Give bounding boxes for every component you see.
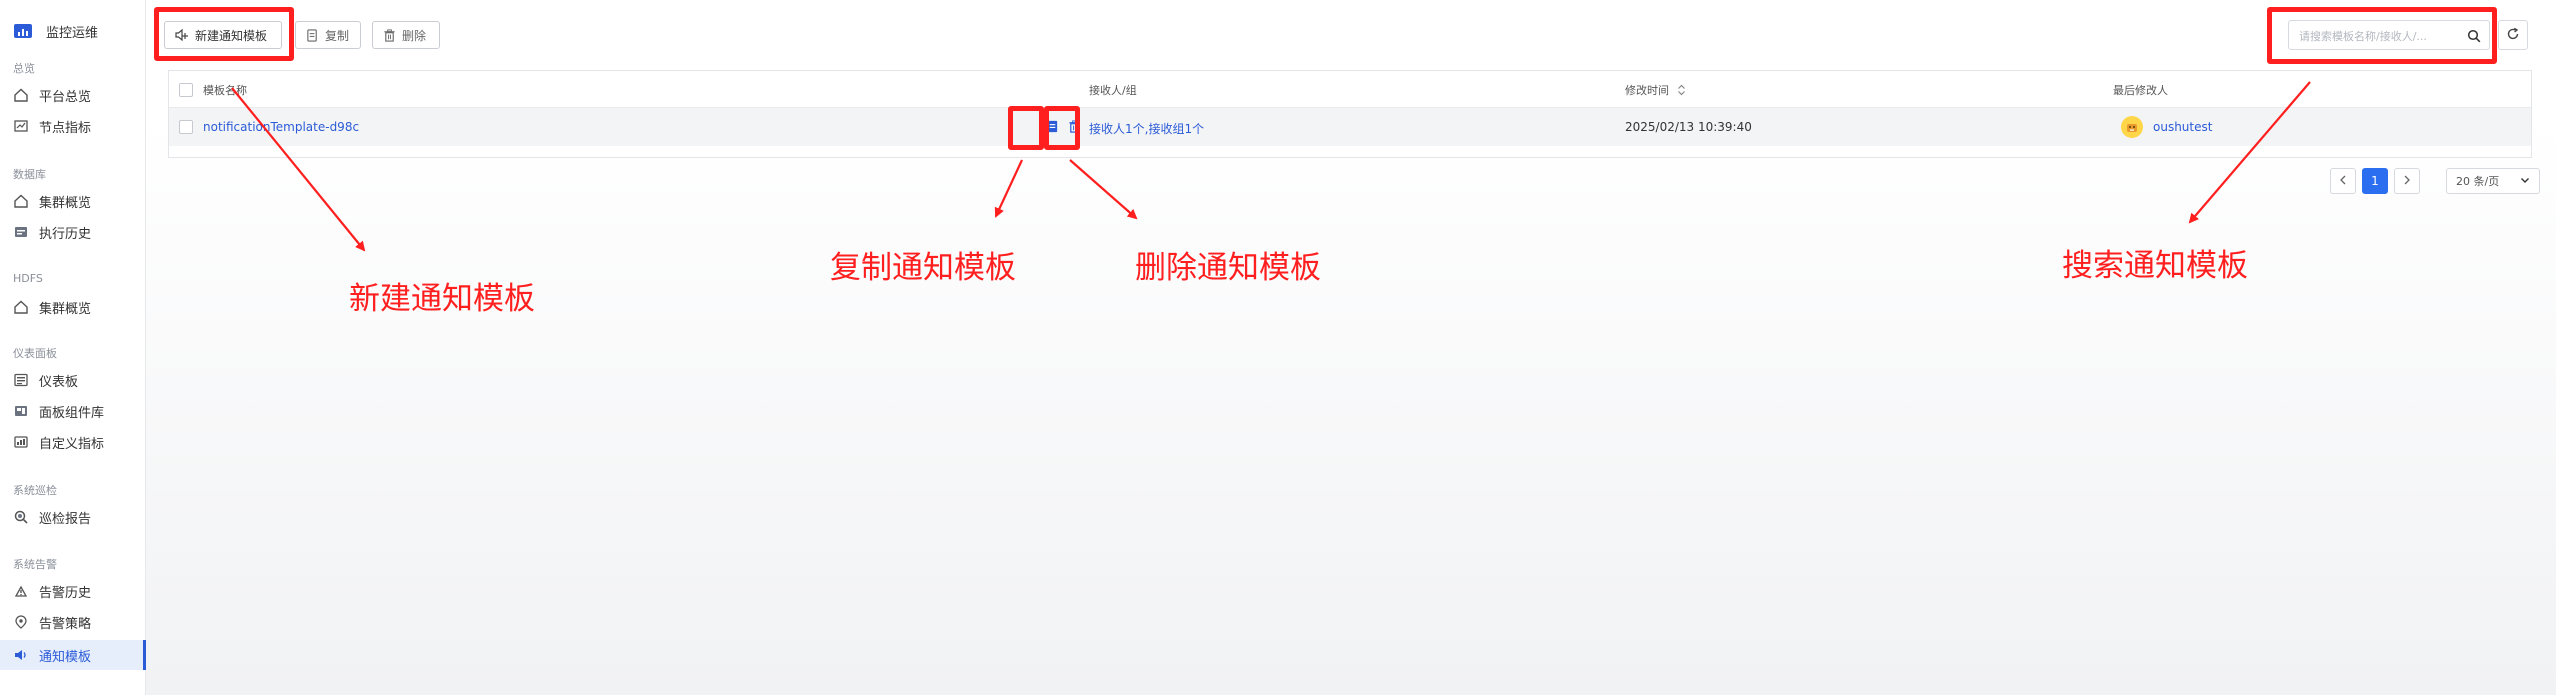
refresh-button[interactable]	[2498, 20, 2528, 50]
modified-time: 2025/02/13 10:39:40	[1625, 120, 1752, 134]
refresh-icon	[2506, 26, 2520, 45]
column-header-last-modifier: 最后修改人	[2113, 84, 2168, 97]
sort-icon[interactable]	[1677, 84, 1686, 96]
sidebar-item-label: 巡检报告	[39, 511, 92, 527]
annotation-new-template: 新建通知模板	[349, 281, 535, 317]
history-icon	[13, 224, 29, 240]
group-label-overview: 总览	[13, 62, 35, 75]
sidebar-item-label: 通知模板	[39, 649, 92, 665]
sidebar-item-label: 仪表板	[39, 374, 79, 390]
search-icon[interactable]	[2467, 28, 2481, 47]
chevron-right-icon	[2403, 174, 2411, 188]
chevron-down-icon	[2520, 175, 2530, 188]
sidebar-item-label: 平台总览	[39, 89, 92, 105]
next-page-button[interactable]	[2394, 168, 2420, 194]
sidebar-item-platform-overview[interactable]: 平台总览	[0, 80, 146, 110]
sidebar-item-label: 自定义指标	[39, 436, 105, 452]
sidebar-item-label: 集群概览	[39, 195, 92, 211]
sidebar-item-alarm-strategy[interactable]: 告警策略	[0, 607, 146, 637]
annotation-search-template: 搜索通知模板	[2062, 248, 2248, 284]
template-table: 模板名称 接收人/组 修改时间 最后修改人 notificationTempla…	[168, 70, 2532, 158]
copy-icon	[306, 28, 319, 42]
sidebar-item-label: 面板组件库	[39, 405, 105, 421]
search-input[interactable]	[2297, 26, 2461, 46]
template-name-link[interactable]: notificationTemplate-d98c	[203, 120, 359, 134]
delete-row-button[interactable]	[1062, 115, 1086, 139]
select-all-checkbox[interactable]	[179, 83, 193, 97]
sidebar: 监控运维 总览 平台总览 节点指标 数据库 集群概览 执行历史 HDFS 集群概…	[0, 0, 146, 695]
last-modifier-link[interactable]: oushutest	[2153, 120, 2212, 134]
home-icon	[13, 193, 29, 209]
speaker-icon	[13, 647, 29, 663]
annotation-delete-template: 删除通知模板	[1135, 250, 1321, 286]
sidebar-item-custom-metrics[interactable]: 自定义指标	[0, 427, 146, 457]
monitor-logo-icon	[14, 24, 32, 38]
column-header-name: 模板名称	[203, 84, 247, 97]
strategy-icon	[13, 614, 29, 630]
receivers-link[interactable]: 接收人1个,接收组1个	[1089, 120, 1204, 137]
trash-icon	[383, 28, 396, 42]
sidebar-item-label: 集群概览	[39, 301, 92, 317]
sidebar-item-label: 节点指标	[39, 120, 92, 136]
table-header: 模板名称 接收人/组 修改时间 最后修改人	[169, 71, 2531, 108]
custom-metric-icon	[13, 434, 29, 450]
avatar	[2121, 116, 2143, 138]
table-row: notificationTemplate-d98c 接收人1个,接收组1个 20…	[169, 108, 2531, 146]
prev-page-button[interactable]	[2330, 168, 2356, 194]
sidebar-item-db-cluster-overview[interactable]: 集群概览	[0, 186, 146, 216]
annotation-copy-template: 复制通知模板	[830, 250, 1016, 286]
delete-label: 删除	[402, 28, 427, 43]
user-face-icon	[2127, 124, 2137, 132]
sidebar-item-execution-history[interactable]: 执行历史	[0, 217, 146, 247]
copy-label: 复制	[325, 28, 350, 43]
sidebar-item-hdfs-cluster-overview[interactable]: 集群概览	[0, 292, 146, 322]
column-header-receivers: 接收人/组	[1089, 84, 1137, 97]
sidebar-item-panel-library[interactable]: 面板组件库	[0, 396, 146, 426]
home-icon	[13, 87, 29, 103]
home-icon	[13, 299, 29, 315]
new-template-button[interactable]: 新建通知模板	[164, 21, 282, 49]
page-size-select[interactable]: 20 条/页	[2446, 168, 2540, 194]
group-label-hdfs: HDFS	[13, 272, 43, 285]
copy-icon	[1046, 118, 1059, 137]
dashboard-icon	[13, 372, 29, 388]
chevron-left-icon	[2339, 174, 2347, 188]
column-header-label: 修改时间	[1625, 84, 1669, 97]
group-label-alarms: 系统告警	[13, 558, 57, 571]
sidebar-item-dashboard[interactable]: 仪表板	[0, 365, 146, 395]
page-size-value: 20 条/页	[2456, 175, 2500, 188]
sidebar-item-label: 告警策略	[39, 616, 92, 632]
new-template-label: 新建通知模板	[195, 28, 268, 43]
column-header-modified-time[interactable]: 修改时间	[1625, 82, 1686, 98]
page-number-button[interactable]: 1	[2362, 168, 2388, 194]
group-label-inspection: 系统巡检	[13, 484, 57, 497]
component-icon	[13, 403, 29, 419]
speaker-plus-icon	[175, 28, 189, 42]
copy-button[interactable]: 复制	[295, 21, 361, 49]
group-label-database: 数据库	[13, 168, 46, 181]
sidebar-item-alarm-history[interactable]: 告警历史	[0, 576, 146, 606]
row-checkbox[interactable]	[179, 120, 193, 134]
sidebar-item-label: 执行历史	[39, 226, 92, 242]
search-box	[2288, 20, 2490, 50]
brand[interactable]: 监控运维	[14, 20, 98, 42]
group-label-dashboards: 仪表面板	[13, 347, 57, 360]
trash-icon	[1068, 118, 1081, 137]
brand-title: 监控运维	[46, 25, 99, 41]
sidebar-item-label: 告警历史	[39, 585, 92, 601]
alarm-history-icon	[13, 583, 29, 599]
delete-button[interactable]: 删除	[372, 21, 440, 49]
sidebar-item-notification-template[interactable]: 通知模板	[0, 640, 146, 670]
copy-row-button[interactable]	[1040, 115, 1064, 139]
report-icon	[13, 509, 29, 525]
sidebar-item-node-metrics[interactable]: 节点指标	[0, 111, 146, 141]
sidebar-item-inspection-report[interactable]: 巡检报告	[0, 502, 146, 532]
chart-icon	[13, 118, 29, 134]
main-content: 新建通知模板 复制 删除 模板名称 接收人/组 修改时间 最后修改人 notif…	[146, 0, 2556, 695]
